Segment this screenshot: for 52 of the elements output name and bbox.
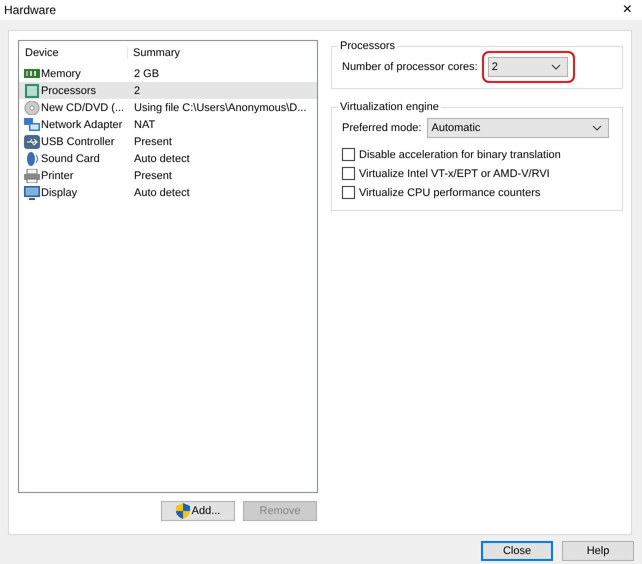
device-row[interactable]: Sound Card Auto detect (19, 150, 317, 167)
device-row[interactable]: Processors 2 (19, 82, 317, 99)
memory-chip-icon (24, 66, 40, 80)
device-summary: Using file C:\Users\Anonymous\D... (133, 102, 308, 114)
field-label: Preferred mode: (342, 122, 422, 134)
usb-icon (24, 134, 40, 148)
cores-dropdown[interactable]: 2 (488, 57, 568, 77)
checkbox[interactable] (342, 167, 355, 180)
group-title: Processors (339, 40, 396, 52)
close-button[interactable]: Close (481, 541, 553, 561)
device-summary: Auto detect (133, 186, 191, 198)
network-icon (24, 118, 40, 132)
device-summary: Present (133, 170, 173, 182)
close-icon[interactable]: × (622, 1, 632, 19)
device-row[interactable]: USB Controller Present (19, 133, 317, 150)
checkbox-label: Virtualize Intel VT-x/EPT or AMD-V/RVI (359, 168, 550, 180)
device-name: Memory (41, 68, 81, 80)
column-header[interactable]: Summary (127, 47, 317, 59)
group-title: Virtualization engine (339, 101, 440, 113)
device-row[interactable]: Memory 2 GB (19, 65, 317, 82)
printer-icon (24, 168, 40, 182)
device-name: Processors (41, 84, 96, 96)
column-header[interactable]: Device (19, 47, 127, 59)
device-name: USB Controller (41, 136, 114, 148)
device-summary: NAT (133, 118, 156, 130)
device-name: Display (41, 186, 78, 198)
chevron-down-icon (550, 64, 561, 70)
speaker-icon (24, 152, 40, 166)
monitor-icon (24, 186, 40, 200)
chevron-down-icon (592, 125, 602, 131)
device-name: Sound Card (41, 152, 100, 164)
checkbox-label: Virtualize CPU performance counters (359, 186, 540, 198)
window-title: Hardware (4, 3, 56, 17)
checkbox-label: Disable acceleration for binary translation (359, 148, 561, 160)
device-summary: 2 GB (133, 68, 160, 80)
mode-dropdown[interactable]: Automatic (427, 118, 610, 138)
field-label: Number of processor cores: (342, 61, 478, 73)
device-name: Printer (41, 170, 74, 182)
checkbox[interactable] (342, 186, 355, 199)
checkbox[interactable] (342, 148, 355, 161)
processor-icon (24, 84, 40, 98)
help-button[interactable]: Help (562, 541, 634, 561)
device-summary: 2 (133, 84, 142, 96)
device-name: New CD/DVD (... (41, 102, 124, 114)
device-name: Network Adapter (41, 118, 122, 130)
device-summary: Auto detect (133, 152, 191, 164)
device-summary: Present (133, 136, 173, 148)
add-button[interactable]: Add... (161, 501, 235, 521)
device-row[interactable]: Network Adapter NAT (19, 116, 317, 133)
device-row[interactable]: Printer Present (19, 167, 317, 184)
device-row[interactable]: New CD/DVD (... Using file C:\Users\Anonymous\D... (19, 99, 317, 116)
device-row[interactable]: Display Auto detect (19, 184, 317, 201)
